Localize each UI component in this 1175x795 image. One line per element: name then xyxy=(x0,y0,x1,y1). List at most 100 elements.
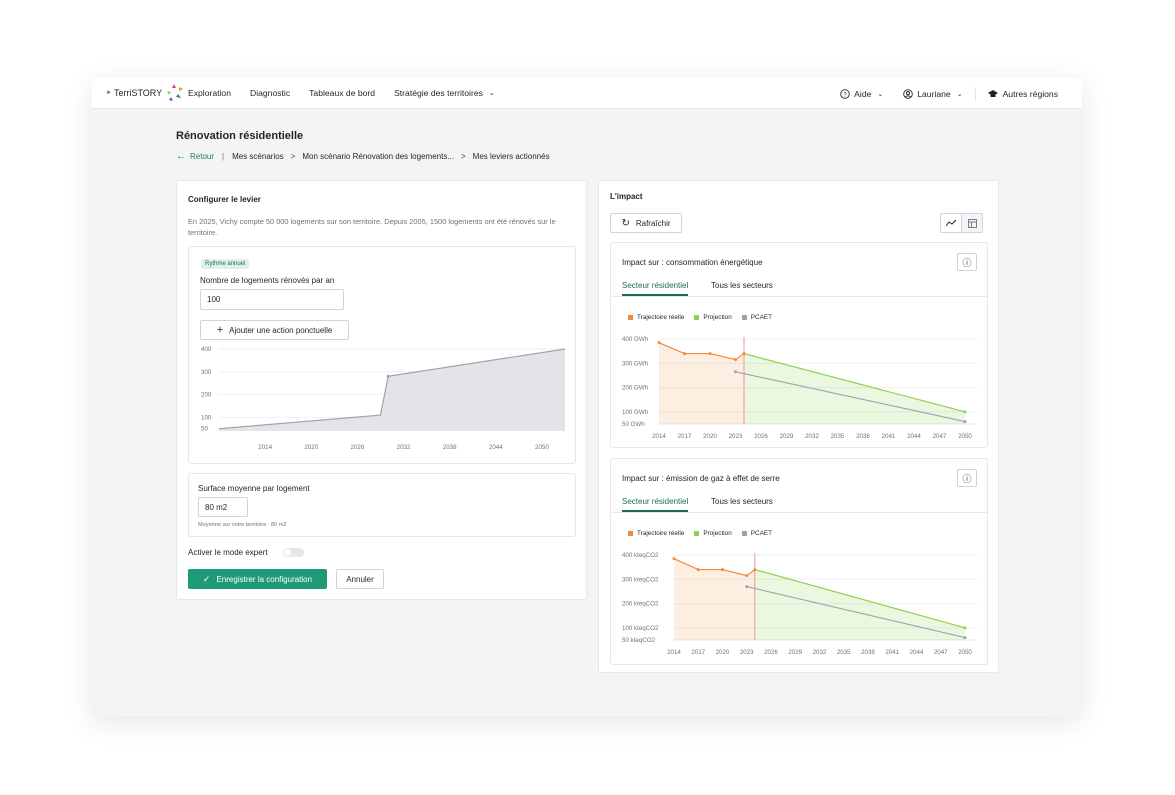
legend-item-projection: Projection xyxy=(694,314,732,321)
x-tick-label: 2041 xyxy=(885,649,899,656)
real-point xyxy=(683,352,686,356)
app-logo[interactable]: ► TerriSTORY xyxy=(106,82,188,104)
nav-divider xyxy=(974,86,976,101)
x-tick-label: 2023 xyxy=(729,433,743,440)
svg-text:?: ? xyxy=(844,92,848,98)
save-label: Enregistrer la configuration xyxy=(216,574,313,584)
sector-tabs: Secteur résidentiel Tous les secteurs xyxy=(611,493,987,513)
x-tick-label: 2014 xyxy=(652,433,666,440)
table-view-button[interactable] xyxy=(961,213,983,233)
app-window: ► TerriSTORY Exploration Diagnostic Tabl… xyxy=(92,78,1082,716)
y-tick-label: 100 kteqCO2 xyxy=(622,625,659,632)
lever-description: En 2025, Vichy compte 50 000 logements s… xyxy=(188,217,556,237)
x-tick-label: 2047 xyxy=(933,433,947,440)
pcaet-point xyxy=(963,420,967,424)
ghg-impact-box: Impact sur : émission de gaz à effet de … xyxy=(610,458,988,665)
breadcrumb-item-scenario[interactable]: Mon scénario Rénovation des logements... xyxy=(302,152,454,161)
expert-mode-toggle[interactable] xyxy=(283,548,304,557)
lever-area xyxy=(219,349,565,431)
legend-swatch xyxy=(628,531,633,536)
y-tick-label: 100 xyxy=(201,414,212,421)
add-action-label: Ajouter une action ponctuelle xyxy=(229,325,333,335)
user-label: Lauriane xyxy=(917,88,951,99)
x-tick-label: 2026 xyxy=(351,444,365,451)
right-nav: ? Aide ⌄ Lauriane ⌄ Autres régions xyxy=(820,78,1058,109)
line-view-button[interactable] xyxy=(940,213,962,233)
nav-dashboards[interactable]: Tableaux de bord xyxy=(309,88,375,98)
add-action-button[interactable]: + Ajouter une action ponctuelle xyxy=(200,320,349,340)
tab-residential[interactable]: Secteur résidentiel xyxy=(622,497,689,512)
x-tick-label: 2026 xyxy=(754,433,768,440)
help-label: Aide xyxy=(854,88,872,99)
user-menu[interactable]: Lauriane ⌄ xyxy=(903,88,963,99)
breadcrumb: ← Retour | Mes scénarios > Mon scénario … xyxy=(176,151,550,162)
nav-exploration[interactable]: Exploration xyxy=(188,88,231,98)
count-input[interactable]: 100 xyxy=(200,289,344,310)
breadcrumb-item-scenarios[interactable]: Mes scénarios xyxy=(232,152,284,161)
real-point xyxy=(672,557,676,561)
tab-residential[interactable]: Secteur résidentiel xyxy=(622,281,689,296)
legend-swatch xyxy=(628,315,633,320)
chart-legend: Trajectoire réelle Projection PCAET xyxy=(628,530,782,537)
other-regions-link[interactable]: Autres régions xyxy=(987,89,1058,99)
x-tick-label: 2050 xyxy=(535,444,549,451)
page-title: Rénovation résidentielle xyxy=(176,130,304,142)
y-tick-label: 50 GWh xyxy=(622,421,645,428)
back-link[interactable]: ← Retour xyxy=(176,151,214,162)
legend-label: Projection xyxy=(703,314,732,321)
surface-input[interactable]: 80 m2 xyxy=(198,497,248,517)
refresh-button[interactable]: ↻ Rafraîchir xyxy=(610,213,682,233)
tab-all-sectors[interactable]: Tous les secteurs xyxy=(711,497,773,506)
breadcrumb-item-levers: Mes leviers actionnés xyxy=(472,152,550,161)
energy-impact-box: Impact sur : consommation énergétique ⓘ … xyxy=(610,242,988,448)
legend-label: PCAET xyxy=(750,530,773,537)
x-tick-label: 2038 xyxy=(443,444,457,451)
save-configuration-button[interactable]: ✓ Enregistrer la configuration xyxy=(188,569,327,589)
nav-strategy[interactable]: Stratégie des territoires ⌄ xyxy=(394,88,495,98)
x-tick-label: 2032 xyxy=(813,649,827,656)
y-tick-label: 50 kteqCO2 xyxy=(622,637,656,644)
configure-lever-title: Configurer le levier xyxy=(188,195,261,204)
check-icon: ✓ xyxy=(202,573,211,584)
legend-swatch xyxy=(694,531,700,536)
x-tick-label: 2038 xyxy=(861,649,875,656)
y-tick-label: 300 GWh xyxy=(622,360,649,367)
x-tick-label: 2038 xyxy=(856,433,870,440)
logo-arrow-icon: ► xyxy=(106,90,112,96)
x-tick-label: 2017 xyxy=(678,433,692,440)
x-tick-label: 2032 xyxy=(805,433,819,440)
legend-item-real: Trajectoire réelle xyxy=(628,314,684,321)
nav-diagnostic[interactable]: Diagnostic xyxy=(250,88,290,98)
cancel-button[interactable]: Annuler xyxy=(336,569,384,589)
real-point xyxy=(734,358,737,362)
legend-label: Trajectoire réelle xyxy=(637,314,685,321)
x-tick-label: 2020 xyxy=(703,433,717,440)
chevron-right-icon: > xyxy=(460,152,466,161)
pcaet-point xyxy=(963,636,967,640)
impact-title: L'impact xyxy=(610,192,643,201)
x-tick-label: 2029 xyxy=(788,649,802,656)
x-tick-label: 2023 xyxy=(740,649,754,656)
x-tick-label: 2014 xyxy=(258,444,272,451)
tab-all-sectors[interactable]: Tous les secteurs xyxy=(711,281,773,290)
y-tick-label: 200 kteqCO2 xyxy=(622,601,659,608)
pcaet-point xyxy=(734,370,737,374)
top-navigation-bar: ► TerriSTORY Exploration Diagnostic Tabl… xyxy=(92,78,1082,109)
x-tick-label: 2032 xyxy=(397,444,411,451)
info-button[interactable]: ⓘ xyxy=(957,469,977,487)
x-tick-label: 2017 xyxy=(691,649,705,656)
info-button[interactable]: ⓘ xyxy=(957,253,977,271)
legend-label: Projection xyxy=(703,530,732,537)
surface-hint: Moyenne sur votre territoire : 80 m2 xyxy=(198,522,287,528)
ghg-chart: 400 kteqCO2 300 kteqCO2 200 kteqCO2 100 kte… xyxy=(622,552,977,656)
chevron-down-icon: ⌄ xyxy=(488,90,495,97)
lever-chart: 400 300 200 100 50 2014 2020 2026 2032 2038 2044 20… xyxy=(201,346,566,451)
x-tick-label: 2020 xyxy=(304,444,318,451)
toggle-knob xyxy=(284,549,291,556)
help-menu[interactable]: ? Aide ⌄ xyxy=(840,89,883,99)
main-nav: Exploration Diagnostic Tableaux de bord … xyxy=(188,88,514,98)
info-icon: ⓘ xyxy=(962,473,972,484)
y-tick-label: 300 xyxy=(201,369,212,376)
y-tick-label: 200 GWh xyxy=(622,385,649,392)
legend-item-pcaet: PCAET xyxy=(741,530,773,537)
